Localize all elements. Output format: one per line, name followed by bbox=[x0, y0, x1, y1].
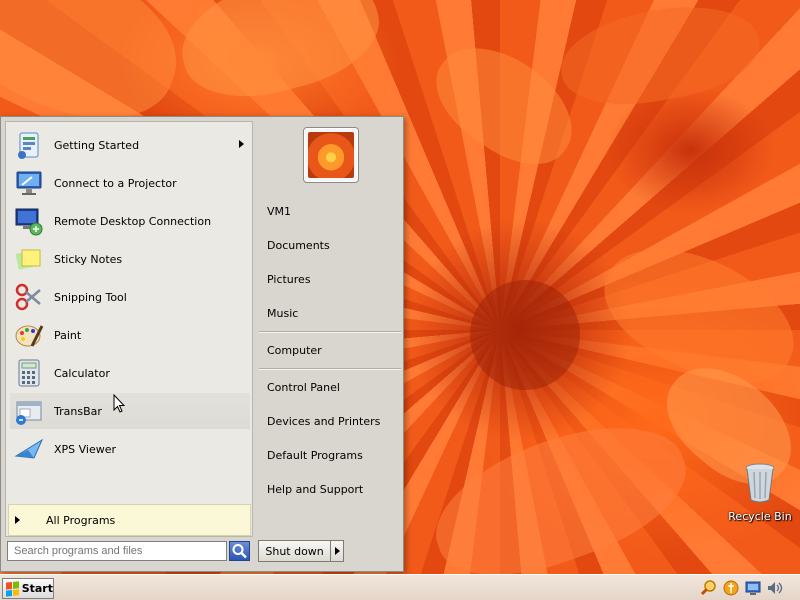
mouse-cursor-icon bbox=[113, 393, 126, 413]
recycle-bin-label: Recycle Bin bbox=[728, 510, 792, 523]
program-label: TransBar bbox=[54, 404, 102, 418]
transbar-icon bbox=[14, 396, 44, 426]
search-button[interactable] bbox=[229, 541, 250, 561]
program-snipping-tool[interactable]: Snipping Tool bbox=[10, 279, 250, 315]
program-xps-viewer[interactable]: XPS Viewer bbox=[10, 431, 250, 467]
submenu-arrow-icon bbox=[239, 140, 244, 148]
program-paint[interactable]: Paint bbox=[10, 317, 250, 353]
places-pane: VM1 Documents Pictures Music Computer Co… bbox=[255, 117, 405, 573]
place-help-and-support[interactable]: Help and Support bbox=[267, 483, 363, 496]
snipping-tool-icon bbox=[14, 282, 44, 312]
separator bbox=[259, 368, 401, 370]
start-button[interactable]: Start bbox=[2, 578, 54, 599]
program-label: Remote Desktop Connection bbox=[54, 214, 212, 228]
program-label: Calculator bbox=[54, 366, 110, 380]
projector-icon bbox=[14, 168, 44, 198]
all-programs-button[interactable]: All Programs bbox=[8, 504, 251, 536]
flower-avatar-icon bbox=[308, 132, 354, 178]
magnifier-icon bbox=[232, 544, 247, 559]
place-default-programs[interactable]: Default Programs bbox=[267, 449, 363, 462]
sticky-notes-icon bbox=[14, 244, 44, 274]
place-music[interactable]: Music bbox=[267, 307, 298, 320]
program-label: Getting Started bbox=[54, 138, 140, 152]
program-sticky-notes[interactable]: Sticky Notes bbox=[10, 241, 250, 277]
place-control-panel[interactable]: Control Panel bbox=[267, 381, 340, 394]
program-connect-to-a-projector[interactable]: Connect to a Projector bbox=[10, 165, 250, 201]
program-label: Connect to a Projector bbox=[54, 176, 177, 190]
user-picture[interactable] bbox=[303, 127, 359, 183]
program-remote-desktop-connection[interactable]: Remote Desktop Connection bbox=[10, 203, 250, 239]
start-menu: Getting Started Connect to a Projector R… bbox=[0, 116, 404, 572]
recycle-bin-icon bbox=[743, 462, 777, 504]
shutdown-label: Shut down bbox=[265, 544, 324, 558]
taskbar: Start bbox=[0, 574, 800, 600]
windows-logo-icon bbox=[6, 580, 19, 597]
program-transbar[interactable]: TransBar bbox=[10, 393, 250, 429]
program-calculator[interactable]: Calculator bbox=[10, 355, 250, 391]
program-label: Paint bbox=[54, 328, 82, 342]
program-label: Sticky Notes bbox=[54, 252, 123, 266]
security-tray-icon[interactable] bbox=[722, 579, 740, 597]
shutdown-options-arrow-icon[interactable] bbox=[330, 541, 343, 561]
calculator-icon bbox=[14, 358, 44, 388]
separator bbox=[259, 331, 401, 333]
place-vm1[interactable]: VM1 bbox=[267, 205, 291, 218]
shutdown-button[interactable]: Shut down bbox=[258, 540, 344, 562]
place-documents[interactable]: Documents bbox=[267, 239, 330, 252]
remote-desktop-icon bbox=[14, 206, 44, 236]
program-getting-started[interactable]: Getting Started bbox=[10, 127, 250, 163]
place-computer[interactable]: Computer bbox=[267, 344, 322, 357]
program-label: XPS Viewer bbox=[54, 442, 117, 456]
recycle-bin[interactable]: Recycle Bin bbox=[728, 462, 792, 523]
search-tray-icon[interactable] bbox=[700, 579, 718, 597]
place-pictures[interactable]: Pictures bbox=[267, 273, 311, 286]
search-input[interactable] bbox=[7, 541, 227, 561]
getting-started-icon bbox=[14, 130, 44, 160]
paint-icon bbox=[14, 320, 44, 350]
xps-viewer-icon bbox=[14, 434, 44, 464]
place-devices-and-printers[interactable]: Devices and Printers bbox=[267, 415, 380, 428]
all-programs-label: All Programs bbox=[46, 513, 116, 527]
programs-pane: Getting Started Connect to a Projector R… bbox=[5, 121, 253, 537]
expand-arrow-icon bbox=[15, 516, 20, 524]
volume-tray-icon[interactable] bbox=[766, 579, 784, 597]
system-tray bbox=[700, 577, 798, 599]
program-label: Snipping Tool bbox=[54, 290, 127, 304]
network-tray-icon[interactable] bbox=[744, 579, 762, 597]
start-label: Start bbox=[21, 582, 53, 595]
